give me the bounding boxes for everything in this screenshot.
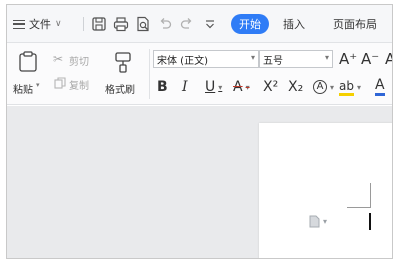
underline-icon: U xyxy=(205,79,216,95)
superscript-icon: X² xyxy=(263,79,279,95)
paste-options-button[interactable]: ▾ xyxy=(309,215,327,228)
scissors-icon: ✂ xyxy=(53,52,64,66)
file-menu-label: 文件 xyxy=(29,18,51,31)
cut-button[interactable]: ✂ 剪切 xyxy=(53,52,97,68)
clear-format-button[interactable]: A xyxy=(385,49,392,69)
tab-page-layout-label: 页面布局 xyxy=(333,18,377,31)
shrink-font-icon: A⁻ xyxy=(361,50,380,68)
italic-button[interactable]: I xyxy=(182,77,188,97)
text-cursor xyxy=(369,213,371,230)
font-size-select[interactable]: 五号 ▾ xyxy=(259,50,333,68)
divider xyxy=(149,49,150,99)
print-icon[interactable] xyxy=(113,16,129,32)
grow-font-icon: A⁺ xyxy=(339,50,358,68)
file-menu-button[interactable]: 文件 ∨ xyxy=(13,14,62,34)
paste-icon xyxy=(19,51,37,72)
bold-button[interactable]: B xyxy=(157,77,168,97)
copy-icon xyxy=(54,77,66,89)
copy-button[interactable]: 复制 xyxy=(53,76,97,92)
font-color-button[interactable]: A xyxy=(375,77,385,97)
font-name-value: 宋体 (正文) xyxy=(157,55,208,67)
divider xyxy=(83,17,84,31)
strikethrough-button[interactable]: A ▾ xyxy=(233,77,250,97)
strikethrough-icon: A xyxy=(233,79,243,95)
superscript-button[interactable]: X² xyxy=(263,77,278,97)
cut-label: 剪切 xyxy=(69,57,89,68)
text-effect-icon: A xyxy=(313,80,327,94)
chevron-down-icon: ▾ xyxy=(250,53,255,62)
document-page[interactable]: ▾ xyxy=(259,123,392,258)
subscript-button[interactable]: X₂ xyxy=(288,77,303,97)
hamburger-icon xyxy=(13,19,25,29)
copy-label: 复制 xyxy=(69,81,89,92)
italic-icon: I xyxy=(182,79,188,95)
undo-icon[interactable] xyxy=(157,16,173,32)
margin-corner-mark xyxy=(347,207,371,208)
chevron-down-icon[interactable]: ▾ xyxy=(330,83,334,92)
font-color-icon: A xyxy=(375,78,385,96)
chevron-down-icon[interactable]: ▾ xyxy=(246,83,250,92)
save-icon[interactable] xyxy=(91,16,107,32)
font-size-value: 五号 xyxy=(263,55,283,67)
chevron-down-icon: ∨ xyxy=(55,19,62,29)
chevron-down-icon: ▾ xyxy=(323,217,328,226)
grow-font-button[interactable]: A⁺ xyxy=(339,49,357,69)
highlight-icon: ab xyxy=(339,79,354,96)
bold-icon: B xyxy=(157,79,168,95)
paste-label: 粘贴 xyxy=(13,85,33,96)
format-painter-label: 格式刷 xyxy=(105,85,135,96)
format-painter-button[interactable]: 格式刷 xyxy=(103,49,143,101)
tab-insert[interactable]: 插入 xyxy=(283,14,305,34)
paste-button[interactable]: 粘贴 ▾ xyxy=(13,49,43,101)
tab-page-layout[interactable]: 页面布局 xyxy=(333,14,377,34)
paste-dropdown-icon[interactable]: ▾ xyxy=(36,81,40,89)
format-painter-icon xyxy=(115,52,131,73)
print-preview-icon[interactable] xyxy=(135,16,151,32)
chevron-down-icon: ▾ xyxy=(324,53,329,62)
ribbon-home: 粘贴 ▾ ✂ 剪切 复制 格式刷 宋体 (正文) ▾ 五号 ▾ A⁺ A⁻ B … xyxy=(7,43,392,105)
chevron-down-icon[interactable]: ▾ xyxy=(218,83,222,92)
document-workspace: ▾ xyxy=(7,106,392,258)
shrink-font-button[interactable]: A⁻ xyxy=(361,49,379,69)
tab-home[interactable]: 开始 xyxy=(231,14,269,34)
subscript-icon: X₂ xyxy=(288,79,304,95)
title-bar: 文件 ∨ 开始 插入 页面布局 xyxy=(7,5,392,43)
font-name-select[interactable]: 宋体 (正文) ▾ xyxy=(153,50,259,68)
clear-format-icon: A xyxy=(385,50,392,68)
customize-toolbar-icon[interactable] xyxy=(202,16,218,32)
tab-insert-label: 插入 xyxy=(283,18,305,31)
highlight-button[interactable]: ab ▾ xyxy=(339,77,361,97)
text-effect-button[interactable]: A ▾ xyxy=(313,77,334,97)
margin-corner-mark xyxy=(370,183,371,207)
redo-icon[interactable] xyxy=(179,16,195,32)
document-icon xyxy=(309,215,320,228)
wps-writer-window: 文件 ∨ 开始 插入 页面布局 粘贴 ▾ ✂ 剪切 复制 格式刷 宋体 (正文)… xyxy=(6,4,393,259)
tab-home-label: 开始 xyxy=(239,18,261,31)
underline-button[interactable]: U ▾ xyxy=(205,77,222,97)
chevron-down-icon[interactable]: ▾ xyxy=(357,83,361,92)
